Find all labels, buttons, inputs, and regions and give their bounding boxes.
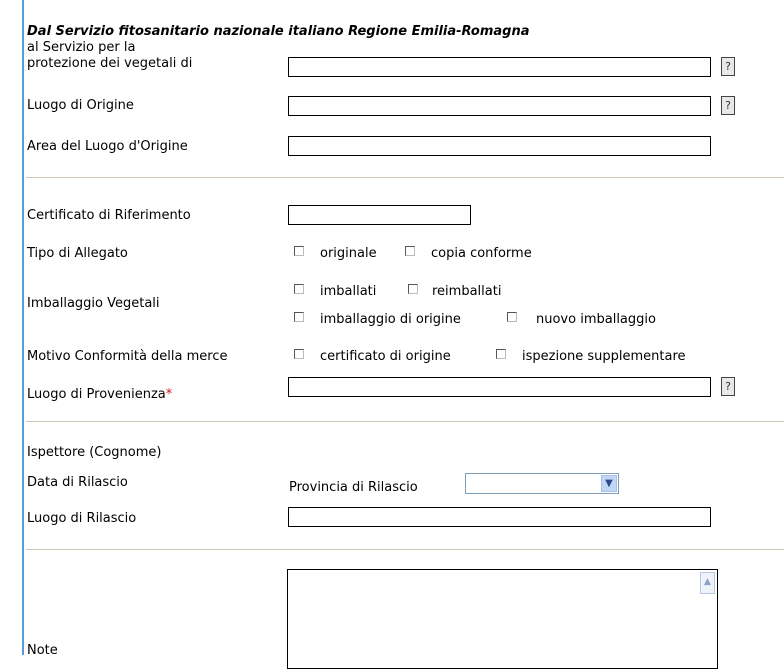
data-rilascio-label: Data di Rilascio — [27, 475, 128, 490]
certificato-origine-checkbox[interactable] — [294, 349, 304, 359]
ispettore-label: Ispettore (Cognome) — [27, 445, 162, 460]
reimballati-label: reimballati — [432, 284, 502, 299]
nuovo-imballaggio-label: nuovo imballaggio — [536, 312, 656, 327]
luogo-rilascio-label: Luogo di Rilascio — [27, 511, 137, 526]
area-origine-input[interactable] — [288, 136, 711, 156]
certificato-label: Certificato di Riferimento — [27, 208, 191, 223]
separator-1 — [26, 177, 784, 178]
servizio-label-line2: protezione dei vegetali di — [27, 56, 193, 71]
tipo-allegato-label: Tipo di Allegato — [27, 246, 128, 261]
luogo-origine-label: Luogo di Origine — [27, 98, 134, 113]
nuovo-imballaggio-checkbox[interactable] — [507, 312, 517, 322]
note-textarea[interactable]: ▲ — [287, 569, 718, 669]
imballati-checkbox[interactable] — [294, 284, 304, 294]
area-origine-label: Area del Luogo d'Origine — [27, 139, 188, 154]
motivo-label: Motivo Conformità della merce — [27, 349, 228, 364]
servizio-label-line1: al Servizio per la — [27, 40, 136, 55]
imballaggio-label: Imballaggio Vegetali — [27, 296, 160, 311]
provenienza-label: Luogo di Provenienza* — [27, 387, 172, 403]
ispezione-supplementare-label: ispezione supplementare — [522, 349, 686, 364]
luogo-origine-input[interactable] — [288, 96, 711, 116]
chevron-down-icon[interactable]: ▼ — [601, 475, 617, 492]
originale-checkbox[interactable] — [294, 246, 304, 256]
scroll-up-icon[interactable]: ▲ — [700, 572, 715, 594]
luogo-rilascio-input[interactable] — [288, 507, 711, 527]
imballaggio-origine-label: imballaggio di origine — [320, 312, 461, 327]
provenienza-label-text: Luogo di Provenienza — [27, 387, 166, 402]
separator-2 — [26, 421, 784, 422]
provenienza-help-button[interactable]: ? — [721, 377, 735, 396]
left-border-line — [22, 0, 24, 655]
luogo-origine-help-button[interactable]: ? — [721, 96, 735, 115]
reimballati-checkbox[interactable] — [408, 284, 418, 294]
provincia-label: Provincia di Rilascio — [289, 480, 418, 495]
copia-conforme-label: copia conforme — [431, 246, 532, 261]
note-label: Note — [27, 643, 58, 658]
section-title: Dal Servizio fitosanitario nazionale ita… — [27, 24, 530, 39]
provincia-select[interactable]: ▼ — [465, 473, 619, 494]
certificato-origine-label: certificato di origine — [320, 349, 451, 364]
originale-label: originale — [320, 246, 377, 261]
required-asterisk: * — [165, 387, 173, 402]
ispezione-supplementare-checkbox[interactable] — [496, 349, 506, 359]
separator-3 — [26, 549, 784, 550]
servizio-input[interactable] — [288, 57, 711, 77]
imballaggio-origine-checkbox[interactable] — [294, 312, 304, 322]
imballati-label: imballati — [320, 284, 377, 299]
provenienza-input[interactable] — [288, 377, 711, 397]
copia-conforme-checkbox[interactable] — [405, 246, 415, 256]
servizio-help-button[interactable]: ? — [721, 57, 735, 76]
certificato-input[interactable] — [288, 205, 471, 225]
